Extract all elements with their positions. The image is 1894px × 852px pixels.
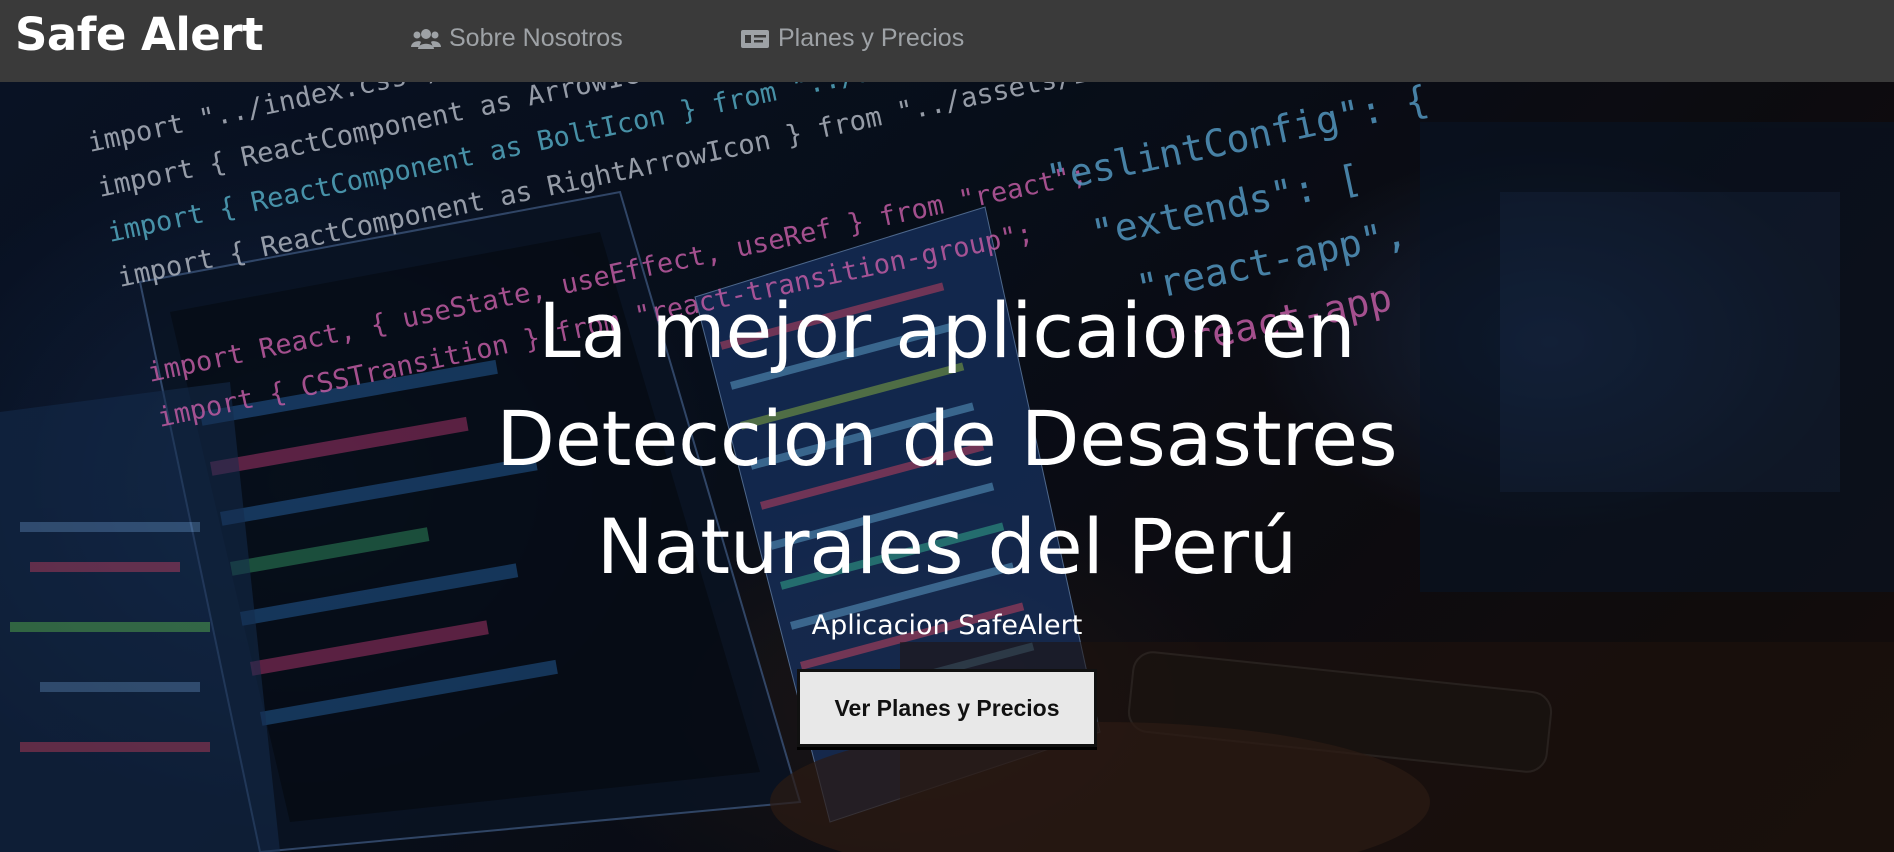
nav-link-label: Planes y Precios bbox=[778, 24, 965, 52]
hero-title-line: La mejor aplicaion en bbox=[538, 286, 1356, 375]
money-bill-icon bbox=[740, 27, 770, 51]
users-icon bbox=[411, 27, 441, 51]
nav-link-planes-y-precios[interactable]: Planes y Precios bbox=[740, 24, 964, 53]
brand-logo[interactable]: Safe Alert bbox=[15, 8, 264, 61]
ver-planes-button[interactable]: Ver Planes y Precios bbox=[797, 669, 1097, 747]
nav-link-sobre-nosotros[interactable]: Sobre Nosotros bbox=[411, 24, 623, 53]
nav-link-label: Sobre Nosotros bbox=[449, 24, 623, 52]
hero-section: import "../index.css"; import { ReactCom… bbox=[0, 82, 1894, 852]
hero-subtitle: Aplicacion SafeAlert bbox=[811, 610, 1083, 641]
hero-title-line: Naturales del Perú bbox=[596, 502, 1298, 591]
hero-title: La mejor aplicaion en Deteccion de Desas… bbox=[0, 277, 1894, 601]
hero-title-line: Deteccion de Desastres bbox=[496, 394, 1398, 483]
navbar: Safe Alert Sobre Nosotros Planes y Preci… bbox=[0, 0, 1894, 82]
